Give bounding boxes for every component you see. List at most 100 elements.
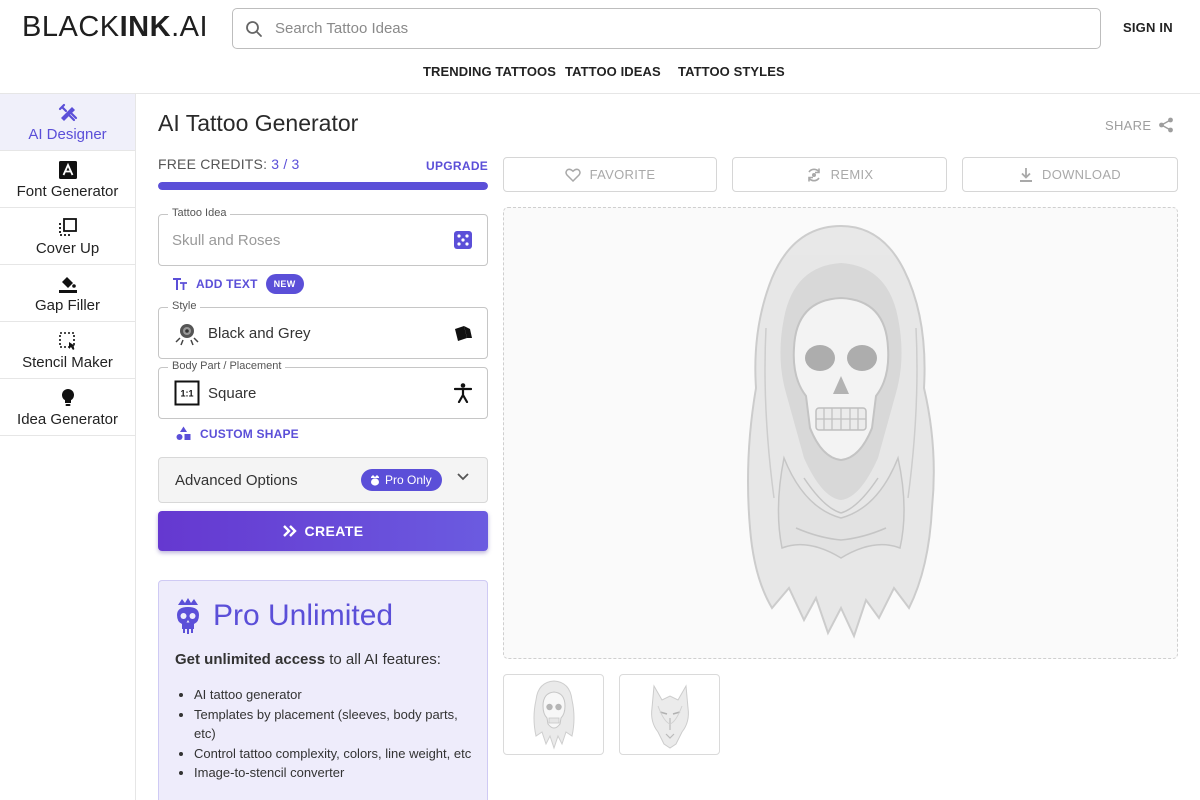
aspect-ratio-label: 1:1: [180, 389, 193, 399]
list-item: AI tattoo generator: [194, 685, 479, 705]
nav-tattoo-ideas[interactable]: TATTOO IDEAS: [565, 64, 661, 79]
sidebar-item-ai-designer[interactable]: AI Designer: [0, 94, 135, 151]
swatch-icon[interactable]: [452, 322, 474, 344]
top-nav: TRENDING TATTOOS TATTOO IDEAS TATTOO STY…: [0, 64, 1200, 84]
tattoo-idea-legend: Tattoo Idea: [168, 207, 231, 219]
aspect-ratio-icon: 1:1: [173, 379, 201, 407]
custom-shape-label: CUSTOM SHAPE: [200, 426, 299, 441]
sidebar-item-label: Gap Filler: [34, 296, 101, 314]
pro-card-title: Pro Unlimited: [213, 599, 394, 632]
logo-part-ai: .AI: [171, 11, 209, 43]
credits-progress-fill: [158, 182, 488, 190]
placement-field[interactable]: Body Part / Placement 1:1 Square: [158, 360, 488, 419]
wolf-thumbnail: [650, 683, 689, 749]
add-text-button[interactable]: ADD TEXT NEW: [172, 274, 304, 294]
search-input[interactable]: [275, 20, 1075, 37]
pro-unlimited-card: Pro Unlimited Get unlimited access to al…: [158, 580, 488, 800]
pro-only-badge: Pro Only: [361, 469, 442, 491]
download-label: DOWNLOAD: [1042, 167, 1121, 182]
add-text-label: ADD TEXT: [196, 277, 258, 291]
search-bar: [232, 8, 1101, 49]
sidebar-item-stencil-maker[interactable]: Stencil Maker: [0, 322, 135, 379]
list-item: Image-to-stencil converter: [194, 763, 479, 783]
header: BLACKINK.AI SIGN IN TRENDING TATTOOS TAT…: [0, 0, 1200, 94]
nav-tattoo-styles[interactable]: TATTOO STYLES: [678, 64, 785, 79]
nav-trending-tattoos[interactable]: TRENDING TATTOOS: [423, 64, 556, 79]
remix-label: REMIX: [830, 167, 874, 182]
heart-icon: [564, 168, 581, 182]
share-button[interactable]: SHARE: [1105, 117, 1174, 133]
placement-legend: Body Part / Placement: [168, 360, 286, 372]
advanced-options-toggle[interactable]: Advanced Options Pro Only: [158, 457, 488, 503]
search-icon: [233, 9, 275, 48]
pro-card-desc-rest: to all AI features:: [325, 651, 441, 668]
cover-up-icon: [57, 216, 79, 238]
tattoo-idea-field: Tattoo Idea: [158, 207, 488, 266]
sidebar: AI Designer Font Generator Cover Up Gap …: [0, 94, 136, 800]
create-label: CREATE: [304, 523, 364, 539]
paint-bucket-icon: [57, 273, 79, 295]
sidebar-item-label: AI Designer: [28, 125, 107, 143]
rose-style-icon: [173, 319, 201, 347]
logo-part-ink: INK: [119, 11, 172, 43]
share-icon: [1159, 117, 1174, 133]
download-icon: [1020, 167, 1033, 182]
pro-only-label: Pro Only: [385, 473, 432, 487]
crowned-skull-icon: [177, 598, 199, 634]
sidebar-item-label: Cover Up: [35, 239, 100, 257]
shapes-icon: [176, 426, 191, 440]
stencil-icon: [57, 330, 79, 352]
sidebar-item-label: Font Generator: [16, 182, 119, 200]
list-item: Templates by placement (sleeves, body pa…: [194, 705, 479, 744]
body-figure-icon[interactable]: [452, 382, 474, 404]
remix-button[interactable]: REMIX: [732, 157, 947, 192]
download-button[interactable]: DOWNLOAD: [962, 157, 1178, 192]
advanced-options-label: Advanced Options: [175, 471, 298, 489]
ai-designer-icon: [57, 102, 79, 124]
pro-card-description: Get unlimited access to all AI features:: [175, 651, 441, 668]
sidebar-item-gap-filler[interactable]: Gap Filler: [0, 265, 135, 322]
create-button[interactable]: CREATE: [158, 511, 488, 551]
lightbulb-icon: [57, 387, 79, 409]
tattoo-idea-input[interactable]: [172, 231, 432, 249]
favorite-button[interactable]: FAVORITE: [503, 157, 717, 192]
pro-card-header: Pro Unlimited: [175, 597, 393, 635]
hooded-skull-thumbnail: [533, 679, 574, 750]
credits-label: FREE CREDITS:: [158, 156, 268, 172]
double-chevron-icon: [282, 525, 297, 537]
thumbnail-skull[interactable]: [503, 674, 604, 755]
font-icon: [57, 159, 79, 181]
sign-in-link[interactable]: SIGN IN: [1123, 20, 1173, 35]
sidebar-item-label: Idea Generator: [17, 410, 118, 428]
logo-part-black: BLACK: [22, 11, 120, 43]
upgrade-link[interactable]: UPGRADE: [426, 159, 488, 173]
hooded-skull-tattoo-image: [747, 224, 935, 639]
logo[interactable]: BLACK INK .AI: [22, 11, 208, 44]
share-label: SHARE: [1105, 117, 1152, 133]
placement-value: Square: [208, 384, 257, 402]
pro-feature-list: AI tattoo generator Templates by placeme…: [194, 685, 479, 783]
credits-value: 3 / 3: [271, 156, 300, 172]
style-legend: Style: [168, 300, 201, 312]
sidebar-item-font-generator[interactable]: Font Generator: [0, 151, 135, 208]
new-badge: NEW: [265, 274, 304, 294]
style-value: Black and Grey: [208, 324, 311, 342]
sidebar-item-idea-generator[interactable]: Idea Generator: [0, 379, 135, 436]
favorite-label: FAVORITE: [589, 167, 656, 182]
credits-progress-bar: [158, 182, 488, 190]
sidebar-item-label: Stencil Maker: [22, 353, 113, 371]
pro-card-desc-bold: Get unlimited access: [175, 651, 326, 668]
dice-icon[interactable]: [452, 229, 474, 251]
remix-icon: [807, 168, 820, 181]
page-title: AI Tattoo Generator: [158, 110, 359, 136]
custom-shape-button[interactable]: CUSTOM SHAPE: [176, 426, 299, 441]
free-credits: FREE CREDITS: 3 / 3: [158, 156, 300, 172]
thumbnail-wolf[interactable]: [619, 674, 720, 755]
tattoo-preview-canvas: [503, 207, 1178, 659]
list-item: Control tattoo complexity, colors, line …: [194, 744, 479, 764]
crown-skull-icon: [371, 475, 379, 486]
text-size-icon: [173, 278, 187, 290]
sidebar-item-cover-up[interactable]: Cover Up: [0, 208, 135, 265]
style-field[interactable]: Style Black and Grey: [158, 300, 488, 359]
chevron-down-icon: [457, 473, 469, 481]
